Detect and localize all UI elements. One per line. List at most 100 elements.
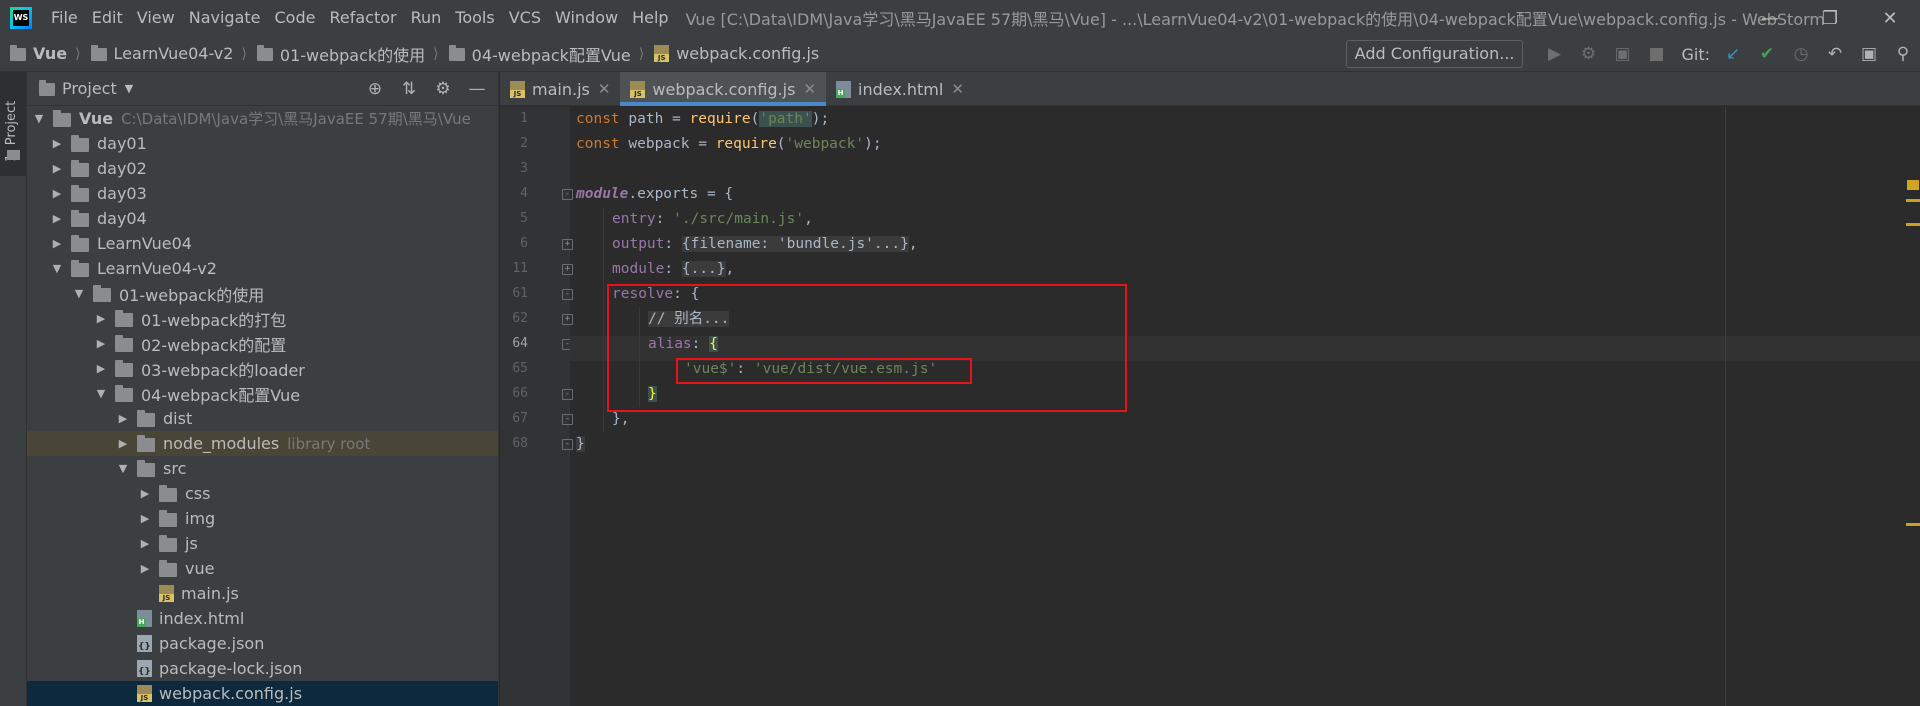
js-file-icon (654, 45, 670, 62)
expanded-arrow-icon[interactable]: ▼ (115, 462, 131, 475)
close-icon[interactable]: ✕ (803, 80, 816, 98)
locate-file-icon[interactable]: ⊕ (358, 72, 392, 106)
collapse-all-icon[interactable]: ⇅ (392, 72, 426, 106)
collapsed-arrow-icon[interactable]: ▶ (137, 512, 153, 525)
add-configuration-button[interactable]: Add Configuration... (1345, 40, 1524, 68)
restore-button[interactable]: ❐ (1800, 0, 1860, 36)
breadcrumb-webpack-config[interactable]: webpack.config.js (644, 44, 819, 63)
search-everywhere-icon[interactable]: ⚲ (1886, 36, 1920, 72)
tree-item-package-json[interactable]: package.json (27, 631, 498, 656)
line-gutter: 1 2 3 4 5 6 11 61 62 64 65 66 67 68 - + … (500, 107, 573, 706)
tree-item-webpack-vue[interactable]: ▼ 04-webpack配置Vue (27, 381, 498, 406)
tree-item-day03[interactable]: ▶ day03 (27, 181, 498, 206)
code-line-2: const webpack = require('webpack'); (576, 136, 882, 152)
menu-help[interactable]: Help (625, 0, 675, 36)
folder-icon (71, 234, 89, 252)
html-file-icon (137, 610, 152, 627)
collapsed-arrow-icon[interactable]: ▶ (115, 437, 131, 450)
collapsed-arrow-icon[interactable]: ▶ (93, 312, 109, 325)
project-view-selector[interactable]: Project ▼ (39, 79, 133, 98)
folded-region[interactable]: {...} (681, 261, 726, 277)
collapsed-arrow-icon[interactable]: ▶ (49, 212, 65, 225)
tab-index-html[interactable]: index.html✕ (826, 72, 974, 106)
menu-view[interactable]: View (130, 0, 182, 36)
tree-item-dist[interactable]: ▶ dist (27, 406, 498, 431)
collapsed-arrow-icon[interactable]: ▶ (137, 562, 153, 575)
tree-item-webpack-config[interactable]: ▶ 02-webpack的配置 (27, 331, 498, 356)
code-area[interactable]: const path = require('path'); const webp… (570, 107, 1920, 706)
tree-item-vue-folder[interactable]: ▶ vue (27, 556, 498, 581)
tree-item-node-modules[interactable]: ▶ node_modules library root (27, 431, 498, 456)
json-file-icon (137, 635, 152, 652)
tree-item-main-js[interactable]: main.js (27, 581, 498, 606)
collapsed-arrow-icon[interactable]: ▶ (137, 487, 153, 500)
folded-region[interactable]: {filename: 'bundle.js'...} (681, 236, 909, 252)
stop-icon[interactable]: ■ (1639, 36, 1673, 72)
tree-item-learnvue04-v2[interactable]: ▼ LearnVue04-v2 (27, 256, 498, 281)
tree-item-css[interactable]: ▶ css (27, 481, 498, 506)
menu-code[interactable]: Code (268, 0, 323, 36)
git-update-icon[interactable]: ↙ (1716, 36, 1750, 72)
presentation-icon[interactable]: ▣ (1852, 36, 1886, 72)
git-history-icon[interactable]: ◷ (1784, 36, 1818, 72)
collapsed-arrow-icon[interactable]: ▶ (137, 537, 153, 550)
menu-run[interactable]: Run (404, 0, 449, 36)
tree-item-img[interactable]: ▶ img (27, 506, 498, 531)
code-line-5: entry: './src/main.js', (612, 211, 813, 227)
project-tool-tab[interactable]: 1: Project (0, 72, 26, 176)
run-icon[interactable]: ▶ (1537, 36, 1571, 72)
expanded-arrow-icon[interactable]: ▼ (93, 387, 109, 400)
tree-item-learnvue04[interactable]: ▶ LearnVue04 (27, 231, 498, 256)
tree-item-day04[interactable]: ▶ day04 (27, 206, 498, 231)
breadcrumb-learnvue04-v2[interactable]: LearnVue04-v2 ⟩ (81, 44, 247, 63)
breadcrumb-webpack-usage[interactable]: 01-webpack的使用 ⟩ (247, 42, 439, 66)
tree-item-js[interactable]: ▶ js (27, 531, 498, 556)
tree-item-day02[interactable]: ▶ day02 (27, 156, 498, 181)
collapsed-arrow-icon[interactable]: ▶ (49, 237, 65, 250)
expanded-arrow-icon[interactable]: ▼ (49, 262, 65, 275)
tree-item-webpack-packaging[interactable]: ▶ 01-webpack的打包 (27, 306, 498, 331)
error-stripe-marker[interactable] (1906, 223, 1920, 226)
tree-item-webpack-loader[interactable]: ▶ 03-webpack的loader (27, 356, 498, 381)
coverage-icon[interactable]: ▣ (1605, 36, 1639, 72)
collapsed-arrow-icon[interactable]: ▶ (49, 162, 65, 175)
git-commit-icon[interactable]: ✔ (1750, 36, 1784, 72)
tab-webpack-config-js[interactable]: webpack.config.js✕ (620, 72, 827, 106)
close-window-button[interactable]: ✕ (1860, 0, 1920, 36)
tree-item-webpack-config-js[interactable]: webpack.config.js (27, 681, 498, 706)
tree-item-day01[interactable]: ▶ day01 (27, 131, 498, 156)
error-stripe-marker[interactable] (1907, 180, 1919, 190)
error-stripe-marker[interactable] (1906, 199, 1920, 202)
tree-item-package-lock-json[interactable]: package-lock.json (27, 656, 498, 681)
collapsed-arrow-icon[interactable]: ▶ (115, 412, 131, 425)
menu-file[interactable]: File (44, 0, 85, 36)
hide-panel-icon[interactable]: — (460, 72, 494, 106)
collapsed-arrow-icon[interactable]: ▶ (49, 137, 65, 150)
close-icon[interactable]: ✕ (598, 80, 611, 98)
error-stripe-marker[interactable] (1906, 523, 1920, 526)
tab-main-js[interactable]: main.js✕ (500, 72, 620, 106)
tree-item-index-html[interactable]: index.html (27, 606, 498, 631)
tree-item-vue[interactable]: ▼ Vue C:\Data\IDM\Java学习\黑马JavaEE 57期\黑马\V… (27, 106, 498, 131)
collapsed-arrow-icon[interactable]: ▶ (49, 187, 65, 200)
line-number: 5 (520, 211, 528, 226)
menu-window[interactable]: Window (548, 0, 625, 36)
expanded-arrow-icon[interactable]: ▼ (71, 287, 87, 300)
collapsed-arrow-icon[interactable]: ▶ (93, 362, 109, 375)
rollback-icon[interactable]: ↶ (1818, 36, 1852, 72)
collapsed-arrow-icon[interactable]: ▶ (93, 337, 109, 350)
menu-tools[interactable]: Tools (448, 0, 501, 36)
minimize-button[interactable]: — (1740, 0, 1800, 36)
menu-navigate[interactable]: Navigate (182, 0, 268, 36)
expanded-arrow-icon[interactable]: ▼ (31, 112, 47, 125)
gear-icon[interactable]: ⚙ (426, 72, 460, 106)
menu-refactor[interactable]: Refactor (322, 0, 403, 36)
breadcrumb-webpack-vue[interactable]: 04-webpack配置Vue ⟩ (439, 42, 644, 66)
menu-vcs[interactable]: VCS (502, 0, 548, 36)
debug-icon[interactable]: ⚙ (1571, 36, 1605, 72)
menu-edit[interactable]: Edit (85, 0, 130, 36)
close-icon[interactable]: ✕ (951, 80, 964, 98)
tree-item-src[interactable]: ▼ src (27, 456, 498, 481)
breadcrumb-vue[interactable]: Vue ⟩ (0, 44, 81, 63)
tree-item-webpack-usage[interactable]: ▼ 01-webpack的使用 (27, 281, 498, 306)
